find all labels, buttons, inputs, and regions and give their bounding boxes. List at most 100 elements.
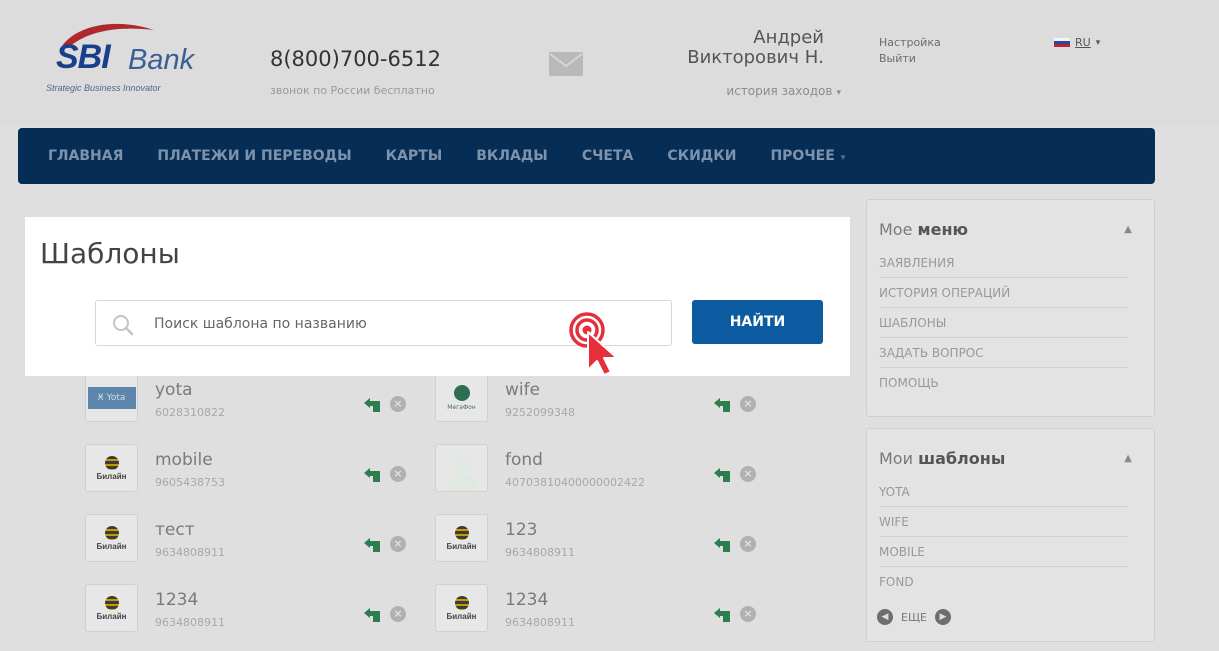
user-first-name: Андрей bbox=[753, 27, 824, 48]
repeat-icon[interactable] bbox=[711, 536, 733, 554]
my-templates-title-bold: шаблоны bbox=[918, 449, 1006, 468]
template-number: 40703810400000002422 bbox=[505, 476, 645, 489]
chevron-up-icon[interactable]: ▲ bbox=[1124, 453, 1132, 464]
more-label[interactable]: ЕЩЕ bbox=[901, 611, 927, 624]
repeat-icon[interactable] bbox=[361, 606, 383, 624]
template-number: 6028310822 bbox=[155, 406, 225, 419]
template-number: 9634808911 bbox=[155, 616, 225, 629]
search-icon bbox=[113, 315, 134, 336]
close-icon[interactable]: × bbox=[390, 396, 406, 412]
template-item[interactable]: Ӿ Yota yota 6028310822 × bbox=[85, 370, 425, 426]
templates-pager: ◀ ЕЩЕ ▶ bbox=[877, 609, 951, 625]
sidebar-template-item[interactable]: MOBILE bbox=[879, 537, 1129, 567]
my-menu-title-light: Мое bbox=[879, 220, 913, 239]
close-icon[interactable]: × bbox=[740, 606, 756, 622]
phone-note: звонок по России бесплатно bbox=[270, 84, 435, 97]
logo-brand: SBI bbox=[56, 38, 111, 76]
nav-item-payments[interactable]: ПЛАТЕЖИ И ПЕРЕВОДЫ bbox=[157, 148, 351, 164]
logo-tagline: Strategic Business Innovator bbox=[46, 83, 161, 93]
close-icon[interactable]: × bbox=[740, 466, 756, 482]
template-name: yota bbox=[155, 380, 193, 400]
logout-link[interactable]: Выйти bbox=[879, 52, 916, 65]
template-name: 123 bbox=[505, 520, 538, 540]
sidebar-template-item[interactable]: FOND bbox=[879, 567, 1129, 597]
beeline-logo: Билайн bbox=[85, 514, 138, 562]
sidebar-template-item[interactable]: WIFE bbox=[879, 507, 1129, 537]
repeat-icon[interactable] bbox=[361, 466, 383, 484]
chevron-left-icon[interactable]: ◀ bbox=[877, 609, 893, 625]
template-item[interactable]: Билайн 1234 9634808911 × bbox=[435, 580, 775, 636]
menu-item-applications[interactable]: ЗАЯВЛЕНИЯ bbox=[879, 248, 1129, 278]
close-icon[interactable]: × bbox=[740, 536, 756, 552]
page-title: Шаблоны bbox=[40, 237, 180, 270]
logo-name: Bank bbox=[128, 44, 195, 76]
sidebar-template-item[interactable]: YOTA bbox=[879, 477, 1129, 507]
my-menu-title: Мое меню bbox=[879, 220, 968, 239]
nav-item-home[interactable]: ГЛАВНАЯ bbox=[48, 148, 123, 164]
chevron-down-icon: ▾ bbox=[1095, 37, 1101, 48]
template-name: mobile bbox=[155, 450, 213, 470]
template-item[interactable]: Билайн mobile 9605438753 × bbox=[85, 440, 425, 496]
template-item[interactable]: Билайн 123 9634808911 × bbox=[435, 510, 775, 566]
user-name[interactable]: Андрей Викторович Н. bbox=[687, 28, 824, 68]
user-rest-name: Викторович Н. bbox=[687, 47, 824, 68]
nav-item-accounts[interactable]: СЧЕТА bbox=[582, 148, 634, 164]
close-icon[interactable]: × bbox=[390, 466, 406, 482]
menu-item-ask-question[interactable]: ЗАДАТЬ ВОПРОС bbox=[879, 338, 1129, 368]
language-select[interactable]: RU ▾ bbox=[1054, 36, 1100, 49]
login-history-label: история заходов bbox=[726, 84, 833, 98]
menu-item-templates[interactable]: ШАБЛОНЫ bbox=[879, 308, 1129, 338]
repeat-icon[interactable] bbox=[711, 466, 733, 484]
russia-flag-icon bbox=[1054, 37, 1070, 48]
nav-item-other-label: ПРОЧЕЕ bbox=[770, 148, 835, 164]
repeat-icon[interactable] bbox=[711, 396, 733, 414]
template-number: 9634808911 bbox=[155, 546, 225, 559]
repeat-icon[interactable] bbox=[361, 536, 383, 554]
chevron-down-icon: ▾ bbox=[840, 153, 846, 163]
templates-search-panel: Шаблоны НАЙТИ bbox=[25, 217, 850, 376]
user-avatar-icon bbox=[435, 444, 488, 492]
my-templates-title-light: Мои bbox=[879, 449, 913, 468]
close-icon[interactable]: × bbox=[390, 536, 406, 552]
bank-logo[interactable]: SBI Bank Strategic Business Innovator bbox=[40, 20, 210, 100]
my-templates-title: Мои шаблоны bbox=[879, 449, 1005, 468]
template-name: тест bbox=[155, 520, 195, 540]
nav-item-cards[interactable]: КАРТЫ bbox=[386, 148, 443, 164]
phone-number: 8(800)700-6512 bbox=[270, 47, 441, 71]
envelope-icon[interactable] bbox=[549, 52, 583, 76]
chevron-down-icon: ▾ bbox=[836, 88, 841, 98]
beeline-logo: Билайн bbox=[85, 584, 138, 632]
template-item[interactable]: Билайн тест 9634808911 × bbox=[85, 510, 425, 566]
nav-item-other[interactable]: ПРОЧЕЕ ▾ bbox=[770, 148, 845, 164]
nav-item-discounts[interactable]: СКИДКИ bbox=[667, 148, 736, 164]
template-name: 1234 bbox=[505, 590, 549, 610]
repeat-icon[interactable] bbox=[361, 396, 383, 414]
settings-link[interactable]: Настройка bbox=[879, 36, 941, 49]
beeline-logo: Билайн bbox=[435, 514, 488, 562]
pointer-cursor-icon bbox=[569, 312, 618, 376]
header: SBI Bank Strategic Business Innovator 8(… bbox=[0, 0, 1219, 125]
template-number: 9634808911 bbox=[505, 546, 575, 559]
my-templates-list: YOTA WIFE MOBILE FOND bbox=[879, 477, 1129, 597]
main-nav: ГЛАВНАЯ ПЛАТЕЖИ И ПЕРЕВОДЫ КАРТЫ ВКЛАДЫ … bbox=[18, 128, 1155, 184]
close-icon[interactable]: × bbox=[740, 396, 756, 412]
menu-item-help[interactable]: ПОМОЩЬ bbox=[879, 368, 1129, 398]
chevron-up-icon[interactable]: ▲ bbox=[1124, 224, 1132, 235]
my-templates-card: Мои шаблоны ▲ YOTA WIFE MOBILE FOND ◀ ЕЩ… bbox=[866, 428, 1155, 642]
template-item[interactable]: fond 40703810400000002422 × bbox=[435, 440, 775, 496]
menu-item-operations-history[interactable]: ИСТОРИЯ ОПЕРАЦИЙ bbox=[879, 278, 1129, 308]
nav-item-deposits[interactable]: ВКЛАДЫ bbox=[476, 148, 548, 164]
chevron-right-icon[interactable]: ▶ bbox=[934, 609, 951, 625]
my-menu-list: ЗАЯВЛЕНИЯ ИСТОРИЯ ОПЕРАЦИЙ ШАБЛОНЫ ЗАДАТ… bbox=[879, 248, 1129, 398]
my-menu-title-bold: меню bbox=[917, 220, 969, 239]
template-name: wife bbox=[505, 380, 541, 400]
repeat-icon[interactable] bbox=[711, 606, 733, 624]
login-history-link[interactable]: история заходов ▾ bbox=[726, 84, 841, 98]
megafon-logo: МегаФон bbox=[435, 374, 488, 422]
template-number: 9605438753 bbox=[155, 476, 225, 489]
template-number: 9634808911 bbox=[505, 616, 575, 629]
template-item[interactable]: Билайн 1234 9634808911 × bbox=[85, 580, 425, 636]
beeline-logo: Билайн bbox=[435, 584, 488, 632]
find-button[interactable]: НАЙТИ bbox=[692, 300, 823, 344]
close-icon[interactable]: × bbox=[390, 606, 406, 622]
